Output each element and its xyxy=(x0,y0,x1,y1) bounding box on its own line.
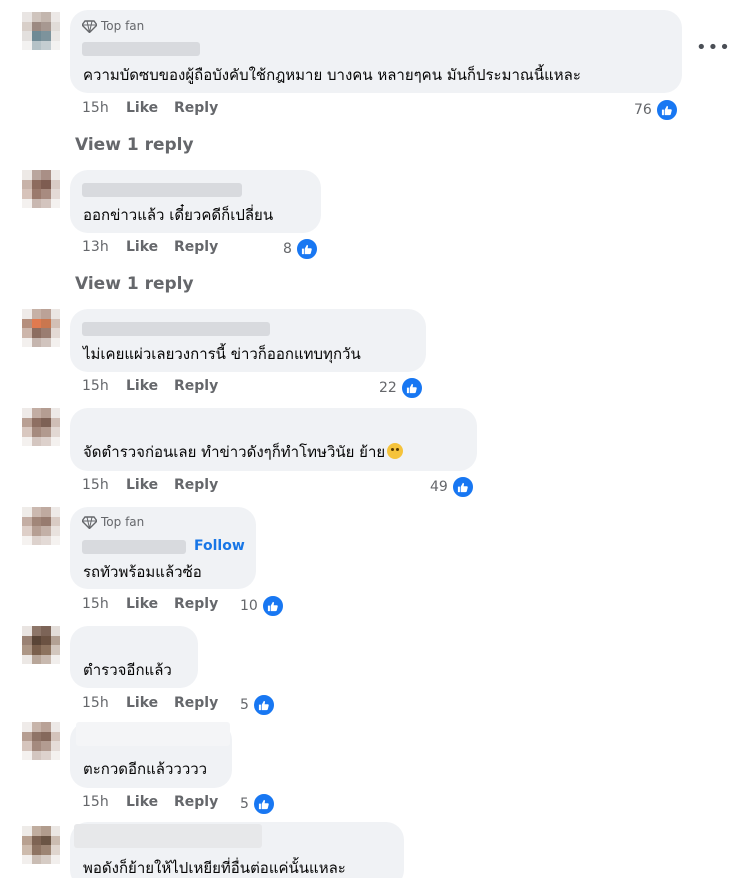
comment-bubble: ตำรวจอีกแล้ว xyxy=(70,626,198,688)
like-button[interactable]: Like xyxy=(126,695,174,711)
author-name-blurred[interactable] xyxy=(74,824,262,848)
reply-button[interactable]: Reply xyxy=(174,100,218,116)
top-fan-badge: Top fan xyxy=(82,19,144,33)
comment-actions: 15h Like Reply xyxy=(82,477,218,493)
reply-button[interactable]: Reply xyxy=(174,239,218,255)
author-name-blurred[interactable] xyxy=(76,722,230,746)
comment-actions: 15h Like Reply xyxy=(82,596,218,612)
avatar[interactable] xyxy=(22,722,60,760)
comment-actions: 15h Like Reply xyxy=(82,794,218,810)
comment-text: ความบัดซบของผู้ถือบังคับใช้กฎหมาย บางคน … xyxy=(83,66,581,84)
comment-time[interactable]: 15h xyxy=(82,596,126,612)
reaction-count[interactable]: 5 xyxy=(240,792,276,816)
comment-actions: 13h Like Reply xyxy=(82,239,218,255)
thumbs-up-icon xyxy=(294,237,319,261)
comments-panel: ••• Top fan ความบัดซบของผู้ถือบังคับใช้ก… xyxy=(0,0,747,878)
reply-button[interactable]: Reply xyxy=(174,596,218,612)
reply-button[interactable]: Reply xyxy=(174,477,218,493)
top-fan-badge: Top fan xyxy=(82,515,144,529)
reaction-count[interactable]: 10 xyxy=(240,594,285,618)
avatar[interactable] xyxy=(22,12,60,50)
like-button[interactable]: Like xyxy=(126,100,174,116)
thumbs-up-icon xyxy=(450,475,475,499)
view-replies-link[interactable]: View 1 reply xyxy=(75,135,194,155)
author-name-blurred[interactable] xyxy=(82,322,270,336)
reaction-number: 5 xyxy=(240,697,249,713)
comment-text: ออกข่าวแล้ว เดี๋ยวคดีก็เปลี่ยน xyxy=(83,206,274,224)
thumbs-up-icon xyxy=(654,98,679,122)
thumbs-up-icon xyxy=(251,693,276,717)
view-replies-link[interactable]: View 1 reply xyxy=(75,274,194,294)
rolling-eyes-emoji-icon xyxy=(387,443,404,459)
author-name-blurred[interactable] xyxy=(82,540,186,554)
reaction-number: 8 xyxy=(283,241,292,257)
avatar[interactable] xyxy=(22,170,60,208)
thumbs-up-icon xyxy=(260,594,285,618)
more-options-icon[interactable]: ••• xyxy=(696,39,731,57)
top-fan-label: Top fan xyxy=(101,19,145,33)
like-button[interactable]: Like xyxy=(126,477,174,493)
avatar[interactable] xyxy=(22,626,60,664)
comment-time[interactable]: 13h xyxy=(82,239,126,255)
comment-time[interactable]: 15h xyxy=(82,477,126,493)
comment-bubble: พอดังก็ย้ายให้ไปเหยียที่อื่นต่อแค่นั้นแห… xyxy=(70,822,404,878)
reaction-number: 22 xyxy=(379,380,397,396)
comment-bubble: Top fan ความบัดซบของผู้ถือบังคับใช้กฎหมา… xyxy=(70,10,682,93)
thumbs-up-icon xyxy=(399,376,424,400)
comment-text: ไม่เคยแผ่วเลยวงการนี้ ข่าวก็ออกแทบทุกวัน xyxy=(83,345,361,363)
like-button[interactable]: Like xyxy=(126,596,174,612)
diamond-icon xyxy=(82,515,97,529)
avatar[interactable] xyxy=(22,507,60,545)
reply-button[interactable]: Reply xyxy=(174,378,218,394)
reaction-count[interactable]: 8 xyxy=(283,237,319,261)
comment-text: จัดตำรวจก่อนเลย ทำข่าวดังๆก็ทำโทษวินัย ย… xyxy=(83,443,386,461)
comment-text: ตะกวดอีกแล้ววววว xyxy=(83,760,208,778)
comment-text: รถทัวพร้อมแล้วซ้อ xyxy=(83,563,202,581)
comment-bubble: จัดตำรวจก่อนเลย ทำข่าวดังๆก็ทำโทษวินัย ย… xyxy=(70,408,477,471)
comment-time[interactable]: 15h xyxy=(82,695,126,711)
top-fan-label: Top fan xyxy=(101,515,145,529)
comment-text: ตำรวจอีกแล้ว xyxy=(83,661,172,679)
thumbs-up-icon xyxy=(251,792,276,816)
comment-bubble: ตะกวดอีกแล้ววววว xyxy=(70,722,232,788)
reaction-count[interactable]: 49 xyxy=(430,475,475,499)
reaction-number: 49 xyxy=(430,479,448,495)
comment-actions: 15h Like Reply xyxy=(82,100,218,116)
comment-bubble: ออกข่าวแล้ว เดี๋ยวคดีก็เปลี่ยน xyxy=(70,170,321,233)
comment-time[interactable]: 15h xyxy=(82,794,126,810)
comment-actions: 15h Like Reply xyxy=(82,695,218,711)
comment-time[interactable]: 15h xyxy=(82,378,126,394)
like-button[interactable]: Like xyxy=(126,378,174,394)
like-button[interactable]: Like xyxy=(126,239,174,255)
comment-text: พอดังก็ย้ายให้ไปเหยียที่อื่นต่อแค่นั้นแห… xyxy=(83,859,346,877)
author-name-blurred[interactable] xyxy=(82,183,242,197)
reaction-count[interactable]: 22 xyxy=(379,376,424,400)
diamond-icon xyxy=(82,19,97,33)
comment-bubble: Top fan Follow รถทัวพร้อมแล้วซ้อ xyxy=(70,507,256,589)
comment-actions: 15h Like Reply xyxy=(82,378,218,394)
avatar[interactable] xyxy=(22,408,60,446)
reply-button[interactable]: Reply xyxy=(174,695,218,711)
reaction-count[interactable]: 76 xyxy=(634,98,679,122)
author-name-blurred[interactable] xyxy=(82,42,200,56)
comment-text-row: จัดตำรวจก่อนเลย ทำข่าวดังๆก็ทำโทษวินัย ย… xyxy=(83,440,404,464)
comment-time[interactable]: 15h xyxy=(82,100,126,116)
avatar[interactable] xyxy=(22,309,60,347)
comment-bubble: ไม่เคยแผ่วเลยวงการนี้ ข่าวก็ออกแทบทุกวัน xyxy=(70,309,426,372)
avatar[interactable] xyxy=(22,826,60,864)
reaction-number: 10 xyxy=(240,598,258,614)
like-button[interactable]: Like xyxy=(126,794,174,810)
reaction-number: 5 xyxy=(240,796,249,812)
reaction-count[interactable]: 5 xyxy=(240,693,276,717)
reaction-number: 76 xyxy=(634,102,652,118)
follow-button[interactable]: Follow xyxy=(194,538,245,554)
reply-button[interactable]: Reply xyxy=(174,794,218,810)
